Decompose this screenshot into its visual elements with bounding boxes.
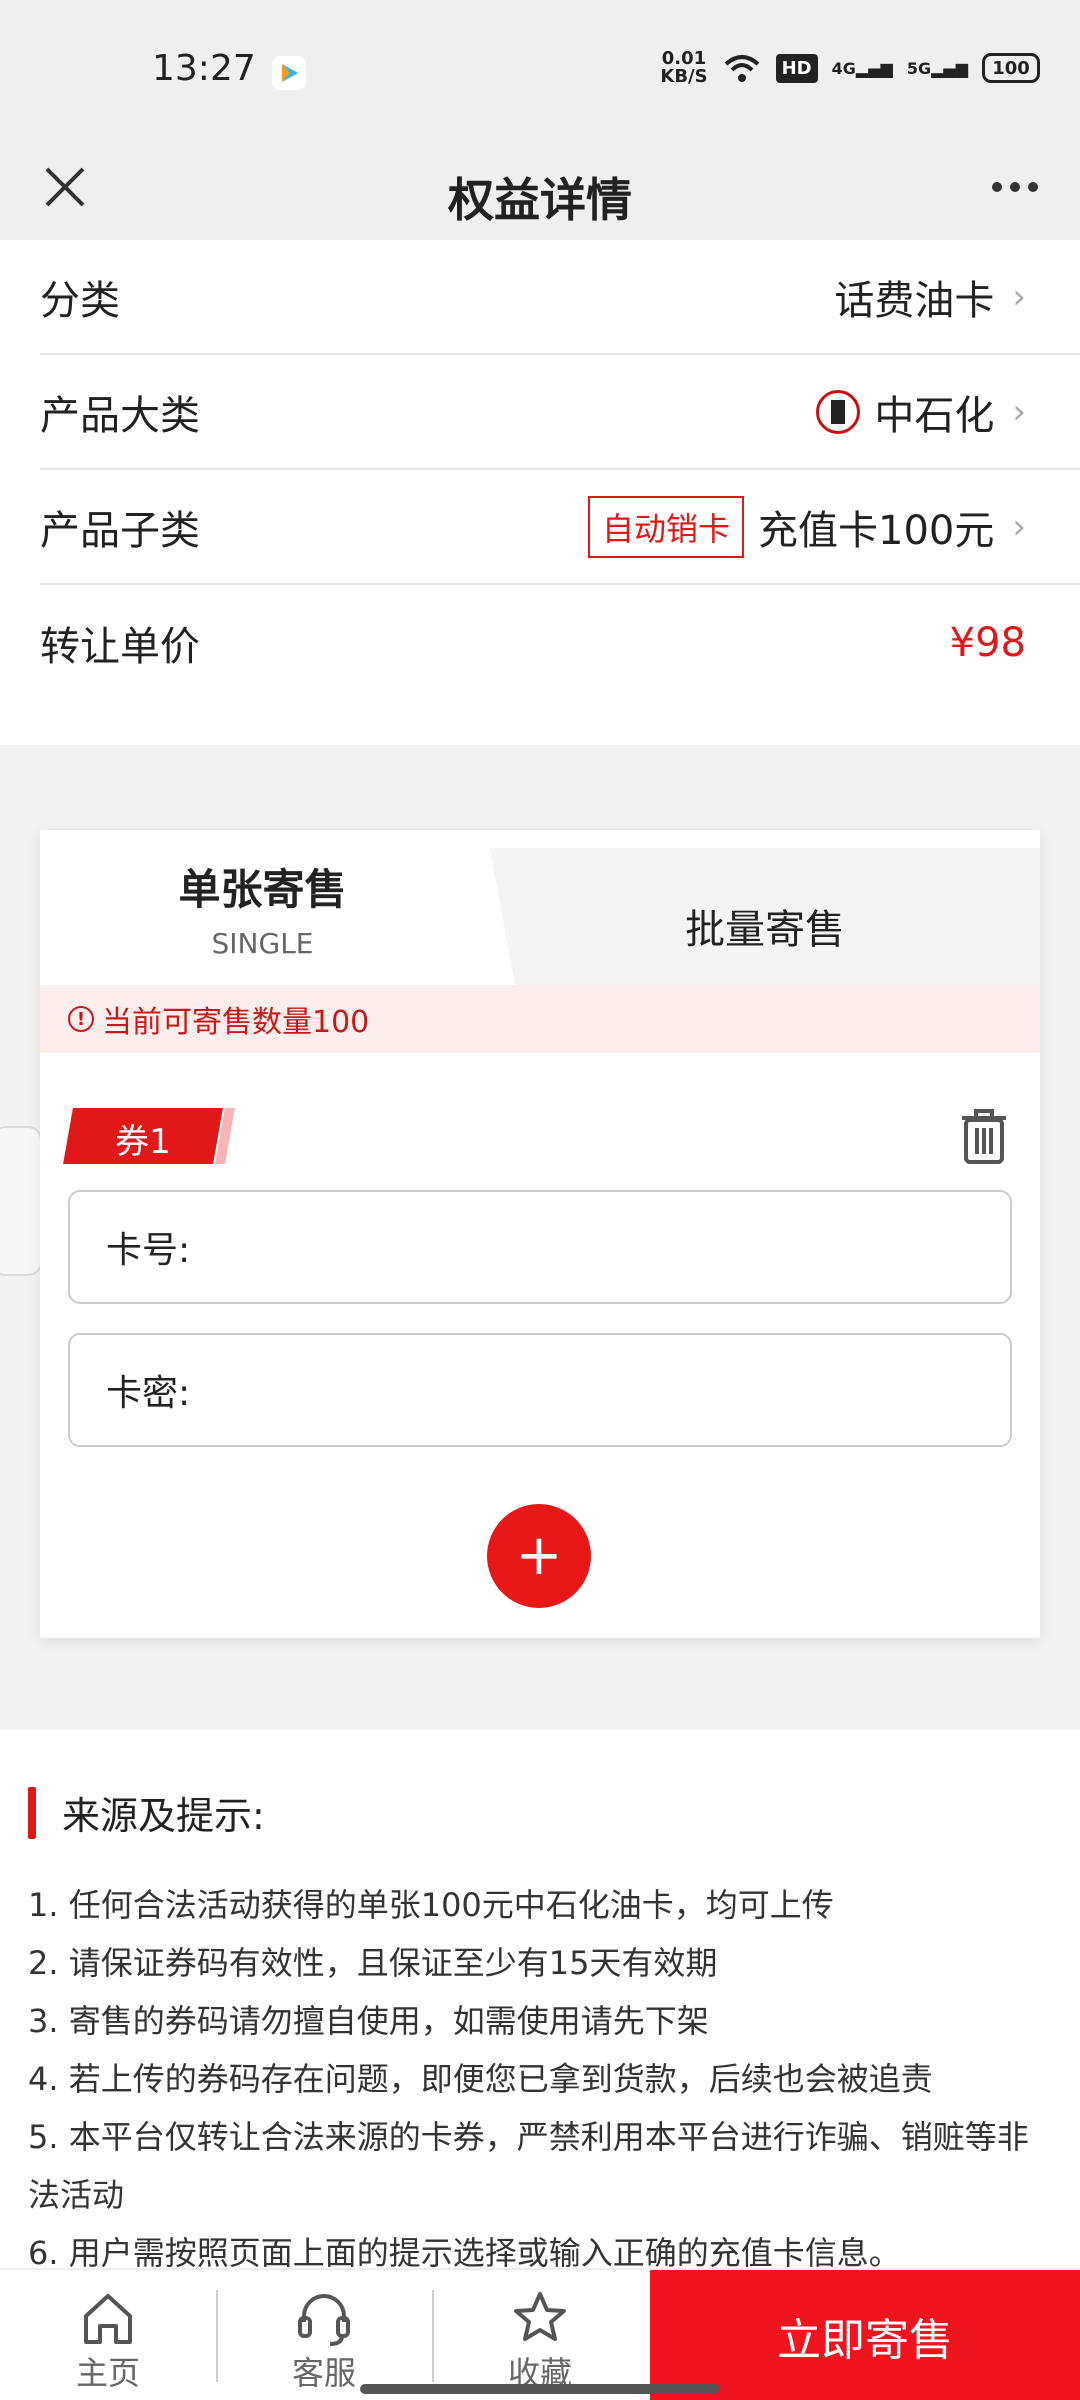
tip-item: 1. 任何合法活动获得的单张100元中石化油卡，均可上传 <box>28 1886 834 1924</box>
card-password-field[interactable]: 卡密: <box>68 1333 1012 1447</box>
tip-item: 3. 寄售的券码请勿擅自使用，如需使用请先下架 <box>28 2002 709 2040</box>
tab-service[interactable]: 客服 <box>216 2270 432 2400</box>
more-dot-icon <box>992 182 1002 192</box>
status-icons: 0.01 KB/S HD 4G▂▄▆ 5G▂▄▆ 100 <box>660 50 1040 86</box>
more-button[interactable] <box>980 152 1050 222</box>
nav-bar: 权益详情 <box>0 140 1080 240</box>
signal-4g-icon: 4G▂▄▆ <box>831 58 893 78</box>
product-value: 中石化 › <box>816 383 1026 441</box>
status-bar: 13:27 0.01 KB/S HD 4G▂▄▆ 5G▂▄▆ 100 <box>0 0 1080 140</box>
card-number-label: 卡号: <box>106 1230 191 1271</box>
card-password-label: 卡密: <box>106 1373 191 1414</box>
tab-single-label: 单张寄售 <box>178 864 347 914</box>
tip-item: 5. 本平台仅转让合法来源的卡券，严禁利用本平台进行诈骗、销赃等非法活动 <box>28 2118 1029 2214</box>
chevron-right-icon: › <box>1012 276 1026 317</box>
tips-section: 来源及提示: 1. 任何合法活动获得的单张100元中石化油卡，均可上传 2. 请… <box>0 1730 1080 2272</box>
title-accent-bar <box>28 1786 36 1839</box>
trash-icon <box>962 1109 1006 1164</box>
card-password-input[interactable] <box>198 1369 1010 1411</box>
row-category[interactable]: 分类 话费油卡 › <box>40 240 1080 355</box>
price-value: ¥98 <box>949 619 1026 666</box>
status-time: 13:27 <box>152 48 256 89</box>
delete-coupon-button[interactable] <box>956 1106 1012 1166</box>
app-notification-icon <box>272 56 306 90</box>
category-value: 话费油卡 › <box>834 276 1026 324</box>
plus-icon: + <box>515 1523 563 1588</box>
battery-icon: 100 <box>982 53 1040 83</box>
hd-badge: HD <box>775 53 818 83</box>
sub-value: 自动销卡 充值卡100元 › <box>588 495 1026 558</box>
home-icon <box>84 2294 132 2344</box>
tab-single-sublabel: SINGLE <box>211 926 314 960</box>
sell-card: 批量寄售 单张寄售 SINGLE ! 当前可寄售数量100 券1 卡号: 卡密:… <box>40 830 1040 1638</box>
chevron-right-icon: › <box>1012 391 1026 432</box>
star-icon <box>514 2292 566 2341</box>
add-coupon-button[interactable]: + <box>487 1504 591 1608</box>
chevron-right-icon: › <box>1012 506 1026 547</box>
tab-home[interactable]: 主页 <box>0 2270 216 2400</box>
card-number-input[interactable] <box>198 1226 1010 1268</box>
product-label: 产品大类 <box>40 392 200 439</box>
tips-title: 来源及提示: <box>28 1785 265 1840</box>
tab-batch[interactable]: 批量寄售 <box>490 848 1040 1003</box>
row-price: 转让单价 ¥98 <box>40 585 1080 700</box>
price-label: 转让单价 <box>40 623 200 670</box>
signal-5g-icon: 5G▂▄▆ <box>906 58 968 78</box>
sub-label: 产品子类 <box>40 507 200 554</box>
row-product[interactable]: 产品大类 中石化 › <box>40 355 1080 470</box>
wifi-icon <box>724 55 759 82</box>
bottom-bar: 主页 客服 收藏 立即寄售 <box>0 2268 1080 2400</box>
category-label: 分类 <box>40 277 120 324</box>
net-speed: 0.01 KB/S <box>660 48 708 87</box>
tab-single[interactable]: 单张寄售 SINGLE <box>40 830 515 985</box>
sell-tabs: 批量寄售 单张寄售 SINGLE <box>40 830 1040 1003</box>
tip-item: 2. 请保证券码有效性，且保证至少有15天有效期 <box>28 1944 718 1982</box>
sell-now-button[interactable]: 立即寄售 <box>650 2270 1080 2400</box>
auto-cancel-badge: 自动销卡 <box>588 495 745 558</box>
home-indicator[interactable] <box>360 2384 720 2394</box>
headset-icon <box>298 2294 350 2346</box>
tips-list: 1. 任何合法活动获得的单张100元中石化油卡，均可上传 2. 请保证券码有效性… <box>28 1876 1052 2282</box>
tab-favorite[interactable]: 收藏 <box>432 2270 648 2400</box>
warning-icon: ! <box>68 1006 94 1032</box>
row-subproduct[interactable]: 产品子类 自动销卡 充值卡100元 › <box>40 470 1080 585</box>
tip-item: 4. 若上传的券码存在问题，即便您已拿到货款，后续也会被追责 <box>28 2060 933 2098</box>
card-number-field[interactable]: 卡号: <box>68 1190 1012 1304</box>
quota-notice: ! 当前可寄售数量100 <box>40 985 1040 1053</box>
coupon-tag: 券1 <box>63 1108 235 1164</box>
info-card: 分类 话费油卡 › 产品大类 中石化 › 产品子类 自动销卡 充值卡100元 ›… <box>0 240 1080 745</box>
side-drawer-handle[interactable] <box>0 1126 42 1276</box>
page-title: 权益详情 <box>448 173 632 227</box>
sinopec-logo-icon <box>816 389 861 434</box>
